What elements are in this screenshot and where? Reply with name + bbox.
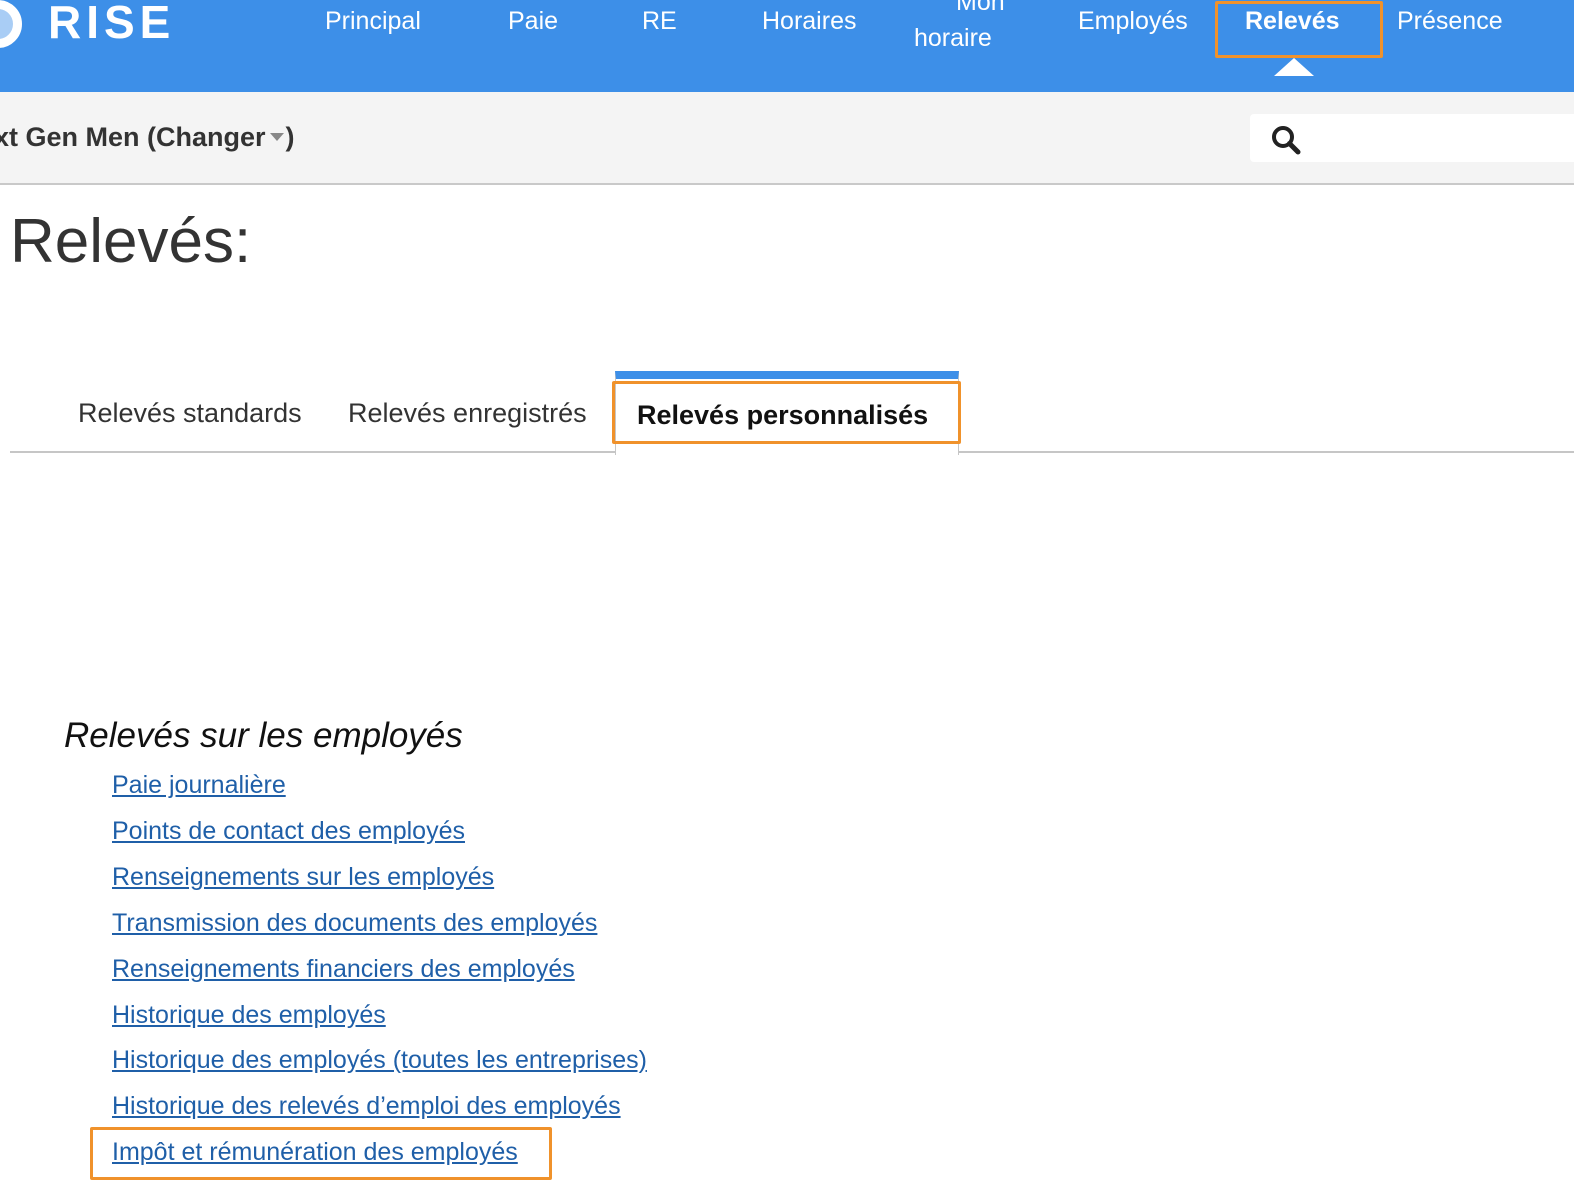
search-icon[interactable] — [1270, 124, 1302, 156]
report-link-points-de-contact[interactable]: Points de contact des employés — [112, 817, 465, 846]
nav-item-re[interactable]: RE — [642, 6, 677, 36]
nav-item-mon-horaire-line1: Mon — [956, 0, 1005, 16]
logo-text[interactable]: RISE — [48, 0, 175, 46]
report-link-paie-journaliere[interactable]: Paie journalière — [112, 771, 286, 800]
nav-item-mon-horaire-line2: horaire — [914, 24, 992, 52]
active-nav-caret-icon — [1274, 58, 1314, 76]
context-bar: xt Gen Men (Changer) — [0, 92, 1574, 185]
report-link-transmission-documents[interactable]: Transmission des documents des employés — [112, 909, 597, 938]
nav-item-paie[interactable]: Paie — [508, 6, 558, 36]
nav-item-principal[interactable]: Principal — [325, 6, 421, 36]
nav-item-employes[interactable]: Employés — [1078, 6, 1188, 36]
report-link-historique-employes[interactable]: Historique des employés — [112, 1001, 386, 1030]
dropdown-caret-icon — [269, 132, 284, 141]
report-link-renseignements-financiers[interactable]: Renseignements financiers des employés — [112, 955, 575, 984]
highlight-nav-releves — [1215, 1, 1383, 58]
top-navigation-bar: RISE Principal Paie RE Horaires Mon hora… — [0, 0, 1574, 92]
nav-item-horaires[interactable]: Horaires — [762, 6, 856, 36]
search-box[interactable] — [1250, 114, 1574, 162]
report-link-historique-releves-emploi[interactable]: Historique des relevés d’emploi des empl… — [112, 1092, 621, 1121]
report-link-renseignements-employes[interactable]: Renseignements sur les employés — [112, 863, 494, 892]
highlight-tab-personnalises — [612, 381, 961, 444]
page-title: Relevés: — [10, 207, 252, 276]
logo-icon — [0, 0, 22, 48]
company-switcher-close: ) — [285, 122, 295, 152]
report-link-historique-toutes-entreprises[interactable]: Historique des employés (toutes les entr… — [112, 1046, 647, 1075]
nav-item-presence[interactable]: Présence — [1397, 6, 1503, 36]
tab-releves-enregistres[interactable]: Relevés enregistrés — [348, 398, 587, 429]
search-input[interactable] — [1312, 122, 1566, 156]
company-switcher[interactable]: xt Gen Men (Changer) — [0, 122, 295, 153]
highlight-link-impot — [90, 1127, 552, 1180]
tab-releves-standards[interactable]: Relevés standards — [78, 398, 302, 429]
company-switcher-label: xt Gen Men (Changer — [0, 122, 266, 152]
section-title: Relevés sur les employés — [64, 716, 463, 755]
nav-item-mon-horaire[interactable]: Mon horaire — [908, 0, 1005, 56]
